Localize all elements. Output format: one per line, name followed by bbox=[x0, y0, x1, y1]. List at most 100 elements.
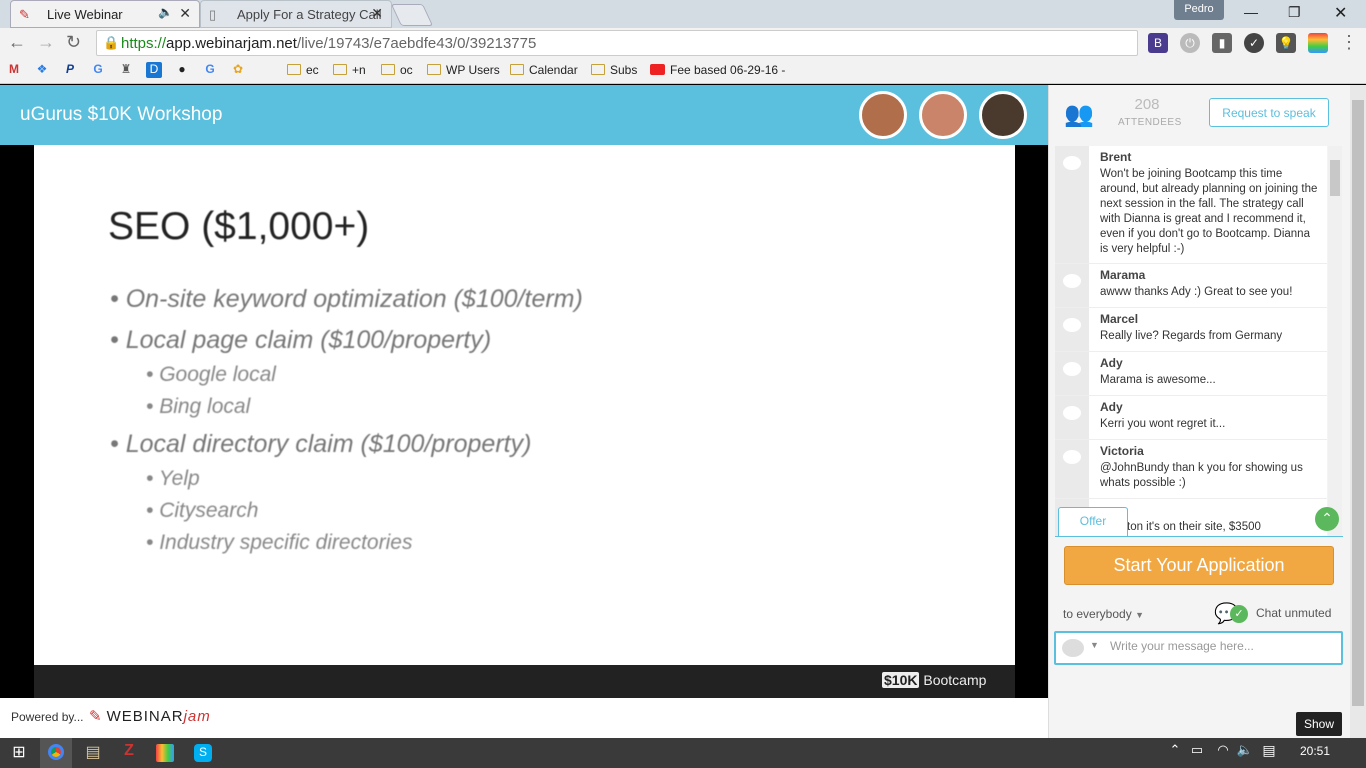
github-icon[interactable]: ● bbox=[174, 62, 190, 78]
windows-start-icon[interactable]: ⊞ bbox=[8, 742, 30, 764]
url-scheme: https:// bbox=[121, 35, 167, 52]
chat-author: Marcel bbox=[1100, 312, 1139, 326]
chat-scrollbar-thumb[interactable] bbox=[1330, 160, 1340, 196]
bookmark-folder-wp-users[interactable]: WP Users bbox=[427, 63, 500, 77]
skype-icon[interactable]: S bbox=[194, 744, 212, 762]
bullet-text: Citysearch bbox=[159, 499, 259, 522]
chat-message-list[interactable]: Brent Won't be joining Bootcamp this tim… bbox=[1055, 146, 1327, 536]
chat-scrollbar[interactable] bbox=[1328, 146, 1342, 536]
recipient-dropdown[interactable]: to everybody ▼ bbox=[1063, 607, 1144, 621]
bookmark-folder-n[interactable]: +n bbox=[333, 63, 366, 77]
reload-icon[interactable]: ↻ bbox=[66, 32, 81, 53]
filezilla-icon[interactable]: Z bbox=[118, 742, 140, 764]
close-window-icon[interactable]: ✕ bbox=[1334, 3, 1347, 23]
chat-avatar bbox=[1055, 308, 1089, 351]
speaker-icon[interactable]: 🔈 bbox=[158, 5, 173, 19]
chat-text: Really live? Regards from Germany bbox=[1100, 330, 1283, 342]
extension-icon[interactable]: ♜ bbox=[118, 62, 134, 78]
chat-text: @JohnBundy than k you for showing us wha… bbox=[1100, 462, 1303, 489]
chat-text: Won't be joining Bootcamp this time arou… bbox=[1100, 168, 1318, 255]
check-icon: ✓ bbox=[1230, 605, 1248, 623]
restore-icon[interactable]: ❐ bbox=[1288, 4, 1301, 21]
folder-icon bbox=[333, 64, 347, 75]
forward-icon[interactable]: → bbox=[37, 32, 55, 53]
bookmark-folder-subs[interactable]: Subs bbox=[591, 63, 637, 77]
tab-live-webinar[interactable]: ✎ Live Webinar 🔈 ✕ bbox=[10, 0, 200, 28]
recipient-label: to everybody bbox=[1063, 607, 1132, 621]
extension-icon[interactable]: ✓ bbox=[1244, 33, 1264, 53]
extension-icon[interactable]: ⏻ bbox=[1180, 33, 1200, 53]
extension-icon[interactable]: ✿ bbox=[230, 62, 246, 78]
chevron-up-icon[interactable]: ⌃ bbox=[1315, 507, 1339, 531]
chat-author: Marama bbox=[1100, 268, 1146, 282]
dropbox-icon[interactable]: ❖ bbox=[34, 62, 50, 78]
close-tab-icon[interactable]: ✕ bbox=[371, 5, 383, 22]
google-icon[interactable]: G bbox=[90, 62, 106, 78]
gmail-icon[interactable]: M bbox=[6, 62, 22, 78]
presenter-avatar[interactable] bbox=[859, 91, 907, 139]
d-icon[interactable]: D bbox=[146, 62, 162, 78]
bookmark-label: WP Users bbox=[446, 63, 500, 77]
tab-label: Apply For a Strategy Call bbox=[237, 7, 382, 22]
color-extension-icon[interactable] bbox=[1308, 33, 1328, 53]
slide-footer-bar bbox=[34, 665, 1015, 698]
chat-text: awww thanks Ady :) Great to see you! bbox=[1100, 286, 1293, 298]
bookmark-folder-ec[interactable]: ec bbox=[287, 63, 319, 77]
message-composer: ▼ bbox=[1054, 631, 1343, 665]
close-tab-icon[interactable]: ✕ bbox=[179, 5, 191, 22]
file-explorer-icon[interactable]: ▤ bbox=[82, 742, 104, 764]
chat-message: Marama awww thanks Ady :) Great to see y… bbox=[1055, 264, 1327, 308]
tab-apply-strategy-call[interactable]: ▯ Apply For a Strategy Call ✕ bbox=[200, 0, 392, 28]
notification-icon[interactable]: ▤ bbox=[1258, 742, 1280, 764]
chat-message: Ady Kerri you wont regret it... bbox=[1055, 396, 1327, 440]
chevron-down-icon[interactable]: ▼ bbox=[1090, 640, 1099, 650]
back-icon[interactable]: ← bbox=[8, 32, 26, 53]
chrome-taskbar-icon[interactable] bbox=[40, 738, 72, 768]
slide-bullet: • On-site keyword optimization ($100/ter… bbox=[110, 285, 583, 313]
address-bar[interactable]: 🔒 https://app.webinarjam.net/live/19743/… bbox=[96, 30, 1138, 56]
webinarjam-logo[interactable]: ✎ WEBINARjam bbox=[89, 707, 211, 725]
bootcamp-logo: $10K Bootcamp bbox=[882, 672, 986, 688]
start-application-button[interactable]: Start Your Application bbox=[1064, 546, 1334, 585]
chat-text: Marama is awesome... bbox=[1100, 374, 1216, 386]
wifi-icon[interactable]: ◠ bbox=[1212, 742, 1234, 764]
paypal-icon[interactable]: P bbox=[62, 62, 78, 78]
extension-icon[interactable]: ▮ bbox=[1212, 33, 1232, 53]
taskbar-clock[interactable]: 20:51 bbox=[1300, 744, 1330, 758]
chat-message: Ady Marama is awesome... bbox=[1055, 352, 1327, 396]
chat-status-label: Chat unmuted bbox=[1256, 606, 1332, 620]
powered-by-label: Powered by... bbox=[11, 710, 84, 724]
volume-icon[interactable]: 🔈 bbox=[1234, 742, 1256, 764]
bookmark-folder-calendar[interactable]: Calendar bbox=[510, 63, 578, 77]
webinarjam-logo-accent: jam bbox=[183, 708, 211, 725]
minimize-icon[interactable]: — bbox=[1244, 4, 1258, 20]
youtube-icon bbox=[650, 64, 665, 75]
lock-icon: 🔒 bbox=[103, 35, 120, 50]
message-input[interactable] bbox=[1110, 639, 1330, 653]
bookmark-label: Fee based 06-29-16 - bbox=[670, 63, 786, 77]
presenter-avatar[interactable] bbox=[979, 91, 1027, 139]
menu-icon[interactable]: ⋮ bbox=[1340, 32, 1358, 53]
google-icon[interactable]: G bbox=[202, 62, 218, 78]
url-host: app.webinarjam.net bbox=[166, 35, 297, 52]
slide-title: SEO ($1,000+) bbox=[108, 205, 370, 248]
app-icon[interactable] bbox=[156, 744, 174, 762]
chevron-up-icon[interactable]: ⌃ bbox=[1164, 742, 1186, 764]
attendees-icon: 👥 bbox=[1064, 101, 1094, 128]
bookmark-fee-based[interactable]: Fee based 06-29-16 - bbox=[650, 63, 785, 77]
bullet-text: Yelp bbox=[158, 467, 200, 490]
bootstrap-extension-icon[interactable]: B bbox=[1148, 33, 1168, 53]
show-button[interactable]: Show bbox=[1296, 712, 1342, 736]
chat-author: Ady bbox=[1100, 400, 1123, 414]
profile-button[interactable]: Pedro bbox=[1174, 0, 1224, 20]
webinarjam-favicon-icon: ✎ bbox=[19, 7, 30, 22]
bookmark-label: oc bbox=[400, 63, 413, 77]
lightbulb-icon[interactable]: 💡 bbox=[1276, 33, 1296, 53]
bootcamp-logo-text: Bootcamp bbox=[923, 672, 987, 688]
page-scrollbar-thumb[interactable] bbox=[1352, 100, 1364, 706]
bookmark-folder-oc[interactable]: oc bbox=[381, 63, 413, 77]
battery-icon[interactable]: ▭ bbox=[1186, 742, 1208, 764]
request-to-speak-button[interactable]: Request to speak bbox=[1209, 98, 1329, 127]
offer-tab[interactable]: Offer bbox=[1058, 507, 1128, 537]
presenter-avatar[interactable] bbox=[919, 91, 967, 139]
